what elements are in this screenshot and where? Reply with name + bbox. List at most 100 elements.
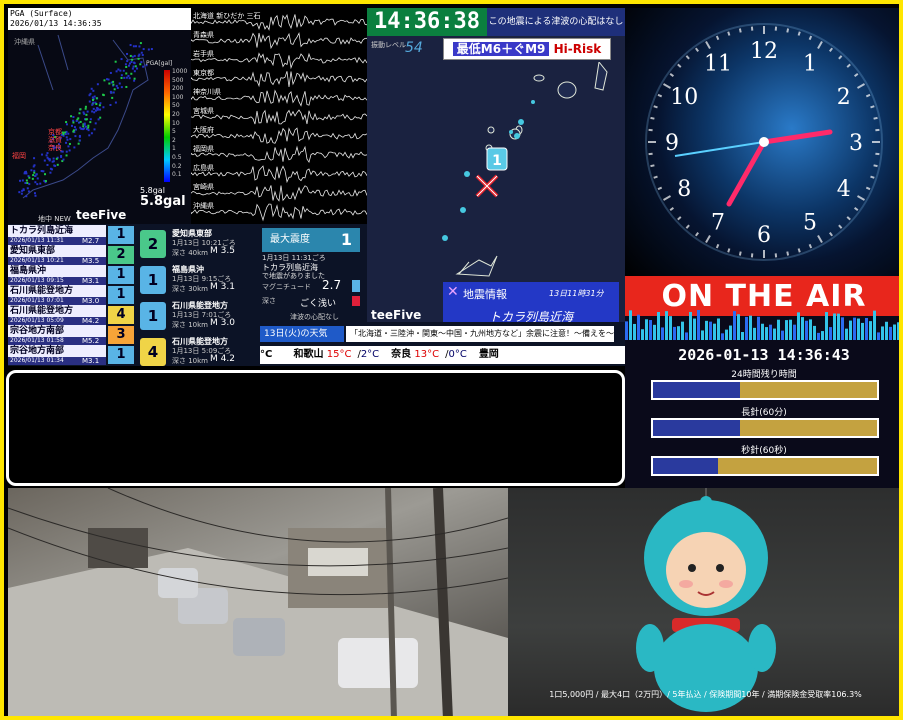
quake-magnitude: M5.2: [82, 337, 100, 345]
pga-scale-tick: 500: [172, 76, 184, 84]
pga-region-label: 京都: [48, 127, 62, 136]
audio-level-bars: [625, 310, 899, 340]
intensity-marker: 1: [486, 147, 508, 171]
quake-history-list: トカラ列島近海 2026/01/13 11:31 M2.7 1 愛知県東部 2026/01…: [8, 224, 260, 366]
seismo-station-label: 大阪府: [193, 125, 214, 134]
quake-magnitude: M3.1: [82, 277, 100, 285]
seismo-station-label: 広島県: [193, 163, 214, 172]
pga-region-label: 奈良: [48, 143, 62, 152]
pga-footer: 地中 NEW: [38, 215, 71, 223]
quake-region: 石川県能登地方: [8, 305, 106, 317]
quake-list-item: 石川県能登地方 2026/01/13 07:01 M3.0 1: [8, 285, 136, 305]
weather-city: 奈良 13°C/0°C: [391, 349, 467, 360]
pga-scale-tick: 1000: [172, 68, 188, 75]
clock-numeral: 11: [704, 51, 732, 76]
pga-station-dots: [18, 42, 153, 198]
mag-label: マグニチュード: [262, 283, 311, 291]
quake-region: 福島県沖: [8, 265, 106, 277]
mag-swatch: [352, 280, 360, 292]
detail-magnitude: M 4.2: [210, 354, 235, 364]
vibration-level: 振動レベル 54: [367, 36, 443, 62]
minute-hand: [726, 139, 767, 207]
weather-warning: 「北海道・三陸沖・関東〜中国・九州地方など」余震に注意！〜備えを〜: [346, 326, 614, 342]
quake-region: トカラ列島近海: [8, 225, 106, 237]
seismo-station-label: 宮崎県: [193, 182, 214, 191]
pga-scale-title: PGA[gal]: [146, 60, 173, 67]
quake-magnitude: M3.1: [82, 357, 100, 365]
city-low: 0°C: [448, 349, 467, 360]
seismogram-traces: 北海道 新ひだか 三石青森県 岩手県 東京都 神奈川県宮城県 大阪府福岡県 広島…: [191, 11, 367, 222]
quake-shindo: 1: [108, 346, 134, 364]
pga-scale-tick: 2: [172, 136, 176, 144]
detail-magnitude: M 3.0: [210, 318, 235, 328]
pga-type-label: PGA (Surface): [10, 9, 73, 18]
quake-list-item: 愛知県東部 2026/01/13 10:21 M3.5 2: [8, 245, 136, 265]
pga-scale-tick: 0.2: [172, 162, 182, 170]
street-camera-image: [8, 488, 508, 716]
quake-region: 宗谷地方南部: [8, 325, 106, 337]
japan-pga-map: 沖縄県 京都 滋賀 奈良 福岡: [12, 34, 153, 199]
live-camera-mascot: 1口5,000円 / 最大4口（2万円）/ 5年払込 / 保険期間10年 / 満…: [508, 488, 899, 716]
risk-banner: 最低M6＋ぐM9 Hi-Risk: [443, 38, 611, 60]
quake-shindo: 1: [108, 286, 134, 304]
pga-scale-tick: 0.5: [172, 153, 182, 161]
live-camera-street: [8, 488, 508, 716]
digital-clock: 14:36:38: [367, 8, 487, 36]
epicenter-map-panel: 14:36:38 この地震による津波の心配はなし 振動レベル 54 最低M6＋ぐ…: [367, 8, 625, 326]
quake-detail-card: 4 石川県能登地方 1月13日 5:09ごろ 深さ 10km M 4.2: [138, 334, 260, 366]
max-intensity-details: 1月13日 11:31ごろ トカラ列島近海 で地震がありました: [262, 254, 326, 281]
quake-list-item: トカラ列島近海 2026/01/13 11:31 M2.7 1: [8, 225, 136, 245]
seismo-station-label: 福岡県: [193, 144, 214, 153]
quake-list-item: 福島県沖 2026/01/13 09:15 M3.1 1: [8, 265, 136, 285]
detail-depth: 深さ 10km: [172, 321, 209, 329]
detail-shindo-badge: 4: [140, 338, 166, 366]
quake-shindo: 1: [108, 226, 134, 244]
quake-detail-card: 1 福島県沖 1月13日 9:15ごろ 深さ 30km M 3.1: [138, 262, 260, 298]
island-map: 1: [442, 62, 608, 277]
clock-numeral: 8: [677, 177, 691, 202]
clock-numeral: 6: [757, 223, 771, 248]
weather-city: °C: [260, 349, 288, 360]
quake-region: 宗谷地方南部: [8, 345, 106, 357]
quake-magnitude: M4.2: [82, 317, 100, 325]
on-air-panel: ON THE AIR 2026-01-13 14:36:43 24時間残り時間 …: [625, 276, 899, 488]
clock-numeral: 1: [803, 51, 817, 76]
pga-scale-tick: 1: [172, 145, 176, 153]
detail-depth: 深さ 10km: [172, 357, 209, 365]
quake-magnitude: M2.7: [82, 237, 100, 245]
clock-numeral: 4: [837, 177, 851, 202]
quake-list-item: 宗谷地方南部 2026/01/13 01:58 M5.2 3: [8, 325, 136, 345]
quake-list-item: 宗谷地方南部 2026/01/13 01:34 M3.1 1: [8, 345, 136, 365]
risk-text: Hi-Risk: [553, 42, 602, 56]
clock-numeral: 9: [665, 131, 679, 156]
seismo-station-label: 宮城県: [193, 106, 214, 115]
stream-frame: PGA (Surface) 2026/01/13 14:36:35 沖縄県 京都…: [0, 0, 903, 720]
pga-color-scale: [164, 70, 170, 182]
pga-scale-tick: 200: [172, 85, 184, 93]
quake-detail-card: 1 石川県能登地方 1月13日 7:01ごろ 深さ 10km M 3.0: [138, 298, 260, 334]
teefive-logo: teeFive: [76, 208, 127, 222]
second-hand: [674, 141, 765, 157]
max-intensity-card: 最大震度 1 1月13日 11:31ごろ トカラ列島近海 で地震がありました マ…: [260, 224, 367, 322]
max-intensity-region: トカラ列島近海: [262, 263, 318, 272]
quake-shindo: 1: [108, 266, 134, 284]
quake-shindo: 4: [108, 306, 134, 324]
city-high: 15°C: [326, 349, 352, 360]
seismo-station-label: 沖縄県: [193, 201, 214, 210]
max-intensity-note: で地震がありました: [262, 272, 325, 280]
depth-label: 深さ: [262, 297, 276, 305]
clock-numeral: 12: [750, 39, 778, 64]
detail-magnitude: M 3.1: [210, 282, 235, 292]
insurance-caption: 1口5,000円 / 最大4口（2万円）/ 5年払込 / 保険期間10年 / 満…: [549, 690, 862, 699]
seismo-station-label: 神奈川県: [193, 87, 221, 96]
detail-shindo-badge: 1: [140, 266, 166, 294]
seismogram-panel: 北海道 新ひだか 三石 青森県 岩手県 東京都 神奈川県 宮城県 大阪府 福岡県 広島…: [191, 8, 367, 224]
quake-region: 石川県能登地方: [8, 285, 106, 297]
quake-shindo: 3: [108, 326, 134, 344]
weather-ticker: 13日(火)の天気 「北海道・三陸沖・関東〜中国・九州地方など」余震に注意！〜備…: [260, 322, 625, 366]
pga-timestamp: 2026/01/13 14:36:35: [10, 19, 102, 28]
info-x-icon: ✕: [447, 284, 459, 300]
quake-detail-card: 2 愛知県東部 1月13日 10:21ごろ 深さ 40km M 3.5: [138, 226, 260, 262]
analog-earth-clock: 12 1 2 3 4 5 6 7 8 9 10 11: [625, 8, 899, 276]
detail-shindo-badge: 1: [140, 302, 166, 330]
